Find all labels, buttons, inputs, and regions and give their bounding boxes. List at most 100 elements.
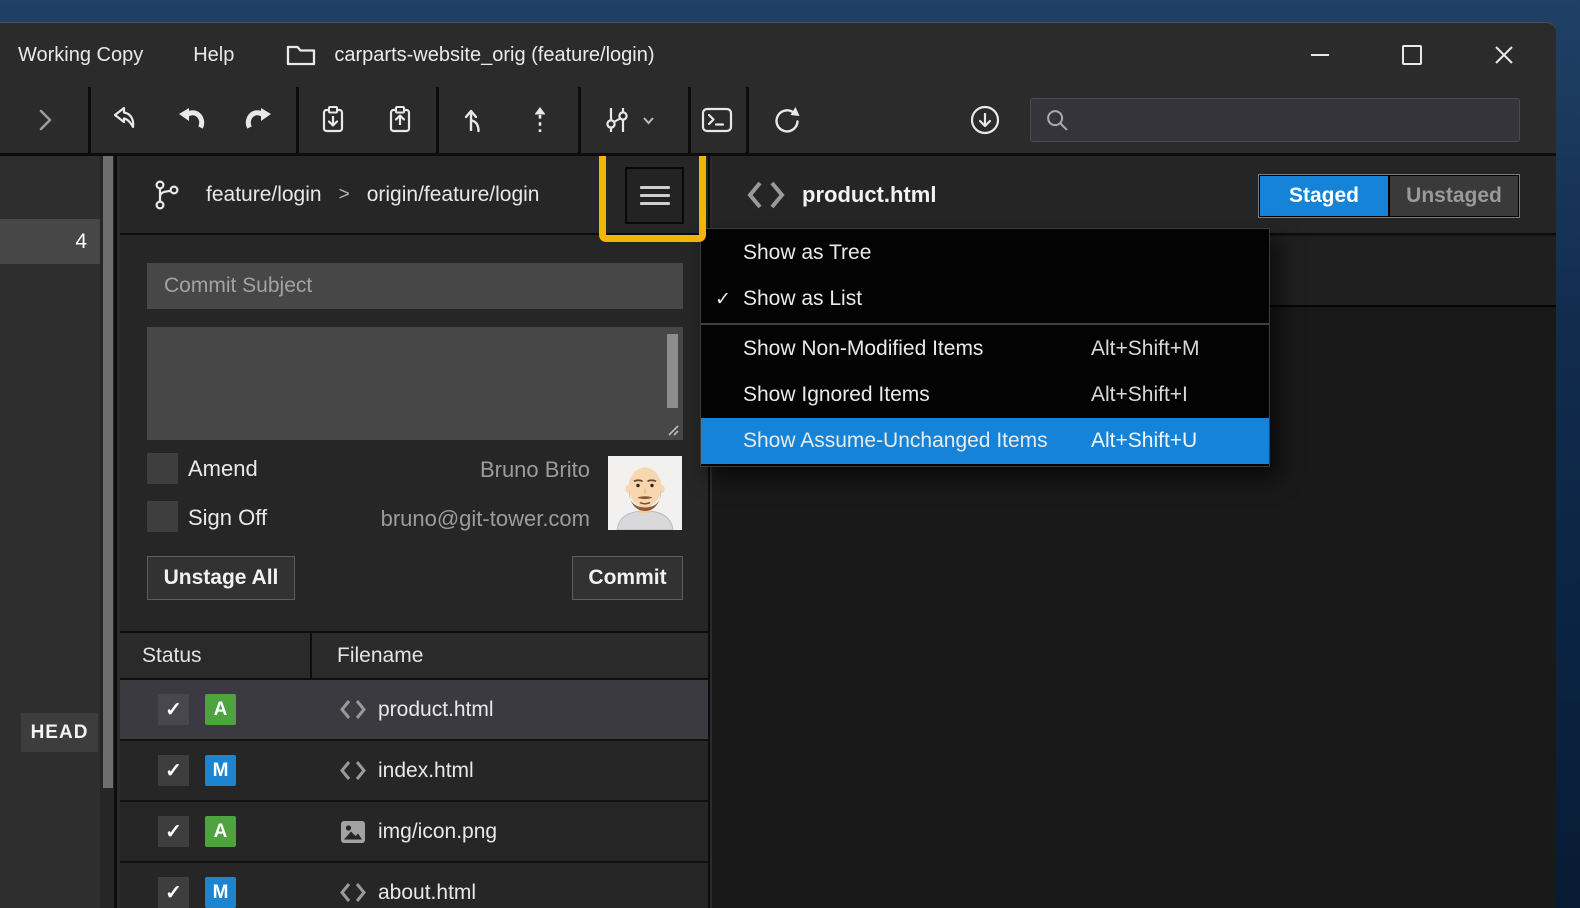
staged-unstaged-toggle: Staged Unstaged [1258,174,1520,218]
table-row-icon-png[interactable]: ✓ A img/icon.png [120,802,708,863]
amend-checkbox[interactable] [147,453,178,484]
undo-button[interactable] [164,87,220,153]
filename-label: about.html [378,881,476,905]
branch-chevron-separator: > [339,184,350,206]
author-name: Bruno Brito [340,457,590,483]
staged-checkbox[interactable]: ✓ [158,877,189,908]
sign-off-label[interactable]: Sign Off [188,505,267,531]
chevron-down-icon [641,114,656,126]
apply-stash-button[interactable] [372,87,428,153]
status-badge-modified: M [205,877,236,908]
resize-handle[interactable] [665,422,680,437]
column-divider[interactable] [310,633,312,678]
cherry-pick-button[interactable] [512,87,568,153]
titlebar: Working Copy Help carparts-website_orig … [0,23,1556,87]
refresh-icon [770,103,804,137]
chevron-right-icon [28,103,62,137]
dashed-arrow-up-icon [523,103,557,137]
column-header-status[interactable]: Status [142,644,202,668]
menu-shortcut: Alt+Shift+U [1091,429,1197,453]
code-file-icon [337,879,368,906]
selected-commit-row[interactable]: 4 [0,219,100,264]
commit-graph-sidebar: 4 HEAD [0,156,100,908]
redo-button[interactable] [230,87,286,153]
view-options-menu-button[interactable] [625,167,684,224]
staged-checkbox[interactable]: ✓ [158,755,189,786]
status-badge-added: A [205,694,236,725]
toolbar-separator [88,87,91,153]
checkmark-icon: ✓ [715,288,743,311]
menu-help[interactable]: Help [189,23,238,87]
close-button[interactable] [1458,23,1550,87]
toolbar-separator [746,87,749,153]
amend-label[interactable]: Amend [188,456,258,482]
desktop: Working Copy Help carparts-website_orig … [0,0,1580,908]
git-branch-icon [148,177,186,213]
app-window: Working Copy Help carparts-website_orig … [0,22,1556,908]
merge-button[interactable] [447,87,503,153]
unstage-all-button[interactable]: Unstage All [147,556,295,600]
commit-subject-input[interactable] [147,263,683,309]
menu-item-show-non-modified[interactable]: Show Non-Modified Items Alt+Shift+M [701,326,1269,372]
discard-arrow-icon [108,103,142,137]
discard-button[interactable] [97,87,153,153]
avatar [608,456,682,530]
commit-button[interactable]: Commit [572,556,683,600]
menu-item-show-assume-unchanged[interactable]: Show Assume-Unchanged Items Alt+Shift+U [701,418,1269,464]
toolbar [0,87,1556,156]
menu-item-label: Show as Tree [743,241,871,265]
message-scrollbar-thumb[interactable] [667,334,678,408]
menu-working-copy[interactable]: Working Copy [14,23,147,87]
branch-bar: feature/login > origin/feature/login [120,156,708,235]
menu-item-show-as-tree[interactable]: Show as Tree [701,230,1269,276]
minimize-button[interactable] [1274,23,1366,87]
menu-item-label: Show Assume-Unchanged Items [743,429,1048,453]
refresh-button[interactable] [759,87,815,153]
search-input[interactable] [1081,109,1507,131]
maximize-button[interactable] [1366,23,1458,87]
fetch-button[interactable] [957,87,1013,153]
toolbar-separator [436,87,439,153]
code-file-icon [337,757,368,784]
column-header-filename[interactable]: Filename [337,644,423,668]
diff-panel-header: product.html Staged Unstaged [712,156,1556,235]
menu-item-label: Show Ignored Items [743,383,930,407]
staged-checkbox[interactable]: ✓ [158,694,189,725]
window-title: carparts-website_orig (feature/login) [334,44,654,67]
maximize-icon [1399,42,1425,68]
expand-panel-button[interactable] [17,87,73,153]
table-row-index[interactable]: ✓ M index.html [120,741,708,802]
image-file-icon [337,817,368,847]
graph-scrollbar-thumb[interactable] [103,156,113,788]
local-branch-label: feature/login [206,183,322,207]
commit-count-label: 4 [75,230,87,254]
filename-label: product.html [378,698,494,722]
minimize-icon [1307,42,1333,68]
status-badge-added: A [205,816,236,847]
file-list: ✓ A product.html ✓ M index.html ✓ [120,680,708,908]
menu-shortcut: Alt+Shift+I [1091,383,1188,407]
open-terminal-button[interactable] [689,87,745,153]
file-table-header: Status Filename [120,631,708,680]
table-row-product[interactable]: ✓ A product.html [120,680,708,741]
menu-item-show-as-list[interactable]: ✓ Show as List [701,276,1269,322]
clipboard-arrow-down-icon [316,103,350,137]
commit-message-textarea[interactable] [147,327,683,440]
staged-checkbox[interactable]: ✓ [158,816,189,847]
tab-staged[interactable]: Staged [1260,176,1388,216]
stash-button[interactable] [305,87,361,153]
redo-arrow-icon [241,103,275,137]
magnifier-icon [1043,106,1071,134]
menu-item-label: Show Non-Modified Items [743,337,983,361]
table-row-about[interactable]: ✓ M about.html [120,863,708,908]
filename-label: img/icon.png [378,820,497,844]
sign-off-checkbox[interactable] [147,501,178,532]
code-file-icon [745,177,787,213]
menu-item-show-ignored[interactable]: Show Ignored Items Alt+Shift+I [701,372,1269,418]
head-badge: HEAD [21,713,98,752]
merge-arrow-icon [458,103,492,137]
git-flow-button[interactable] [592,87,664,153]
toolbar-separator [578,87,581,153]
tab-unstaged[interactable]: Unstaged [1390,176,1518,216]
branch-compare-icon [600,103,636,137]
